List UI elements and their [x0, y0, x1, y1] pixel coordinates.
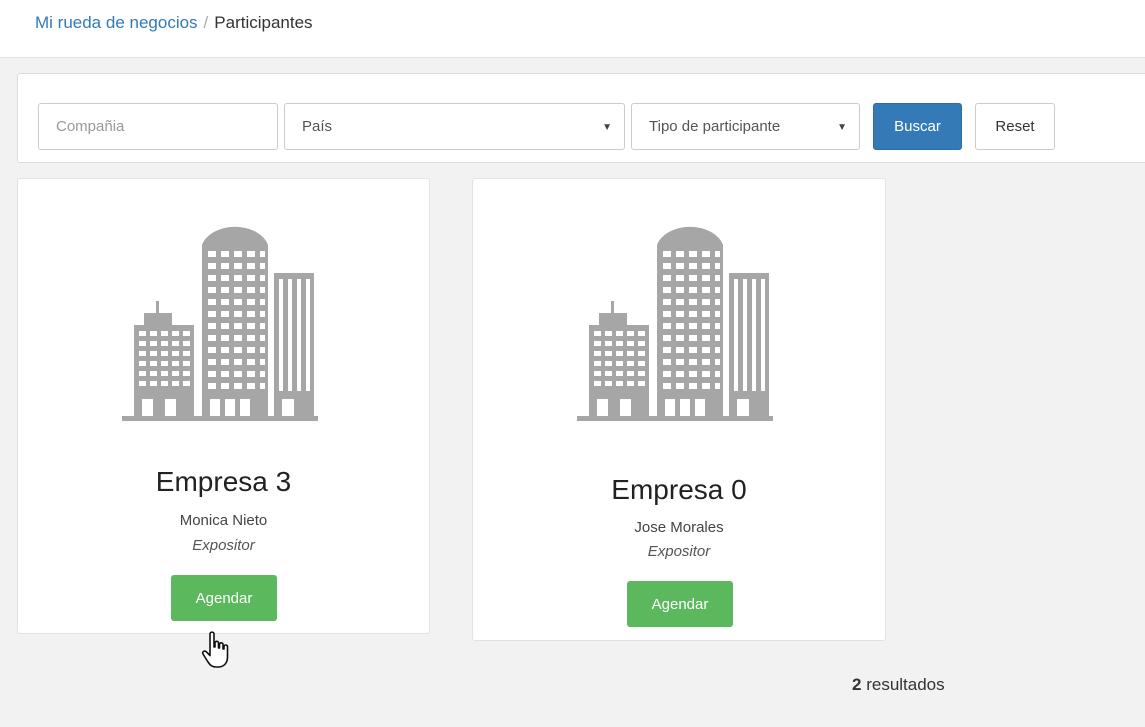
participant-role: Expositor [192, 537, 255, 554]
hand-cursor-icon [201, 631, 229, 668]
results-count: 2 resultados [852, 675, 945, 695]
participant-role: Expositor [647, 543, 711, 560]
chevron-down-icon: ▼ [837, 122, 847, 133]
country-select-label: País [302, 118, 333, 135]
building-icon [122, 221, 318, 426]
participant-card: Empresa 0 Jose Morales Expositor Agendar [472, 178, 886, 641]
building-icon [577, 221, 773, 426]
contact-name: Monica Nieto [179, 512, 268, 529]
breadcrumb: Mi rueda de negocios / Participantes [35, 13, 313, 33]
contact-name: Jose Morales [634, 519, 724, 536]
filter-panel: País ▼ Tipo de participante ▼ Buscar Res… [17, 73, 1145, 163]
top-bar: Mi rueda de negocios / Participantes [0, 0, 1145, 58]
participant-type-select-label: Tipo de participante [649, 118, 781, 135]
company-name: Empresa 0 [611, 474, 747, 505]
schedule-button[interactable]: Agendar [627, 581, 733, 627]
country-select[interactable]: País ▼ [284, 103, 625, 150]
breadcrumb-current: Participantes [214, 13, 313, 32]
company-name: Empresa 3 [155, 466, 292, 497]
results-number: 2 [852, 675, 862, 694]
breadcrumb-separator: / [203, 13, 209, 32]
schedule-button[interactable]: Agendar [171, 575, 277, 621]
reset-button[interactable]: Reset [975, 103, 1055, 150]
results-label: resultados [866, 675, 945, 694]
search-button[interactable]: Buscar [873, 103, 962, 150]
chevron-down-icon: ▼ [602, 122, 612, 133]
participant-card: Empresa 3 Monica Nieto Expositor Agendar [17, 178, 430, 634]
participant-type-select[interactable]: Tipo de participante ▼ [631, 103, 860, 150]
breadcrumb-link-home[interactable]: Mi rueda de negocios [35, 13, 198, 32]
company-search-input[interactable] [38, 103, 278, 150]
